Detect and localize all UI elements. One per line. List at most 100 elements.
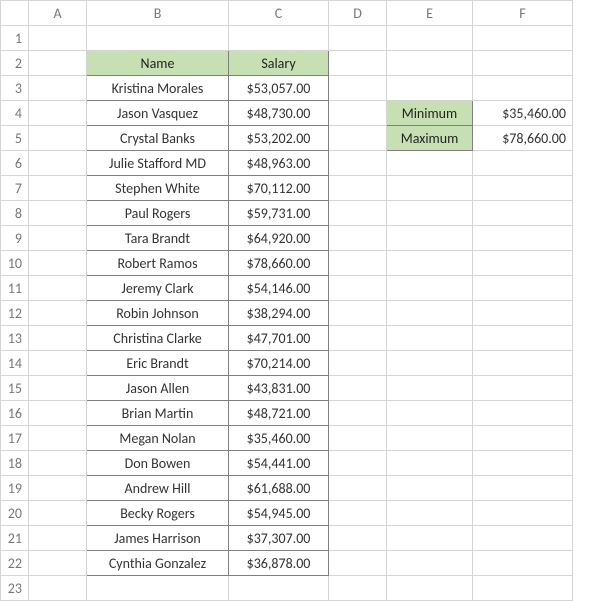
salary-cell[interactable]: $48,721.00	[229, 401, 329, 426]
salary-cell[interactable]: $54,146.00	[229, 276, 329, 301]
salary-cell[interactable]: $43,831.00	[229, 376, 329, 401]
cell[interactable]	[387, 426, 473, 451]
name-cell[interactable]: Becky Rogers	[87, 501, 229, 526]
name-cell[interactable]: Brian Martin	[87, 401, 229, 426]
cell[interactable]	[387, 476, 473, 501]
name-cell[interactable]: Jason Vasquez	[87, 101, 229, 126]
salary-cell[interactable]: $70,112.00	[229, 176, 329, 201]
cell[interactable]	[329, 401, 387, 426]
cell[interactable]	[329, 426, 387, 451]
cell[interactable]	[387, 451, 473, 476]
cell[interactable]	[29, 151, 87, 176]
cell[interactable]	[329, 226, 387, 251]
row-header[interactable]: 15	[1, 376, 29, 401]
cell[interactable]	[329, 76, 387, 101]
salary-cell[interactable]: $35,460.00	[229, 426, 329, 451]
cell[interactable]	[473, 301, 573, 326]
col-header[interactable]: D	[329, 1, 387, 26]
col-header[interactable]: A	[29, 1, 87, 26]
name-cell[interactable]: Andrew Hill	[87, 476, 229, 501]
cell[interactable]	[29, 551, 87, 576]
row-header[interactable]: 18	[1, 451, 29, 476]
row-header[interactable]: 17	[1, 426, 29, 451]
salary-cell[interactable]: $64,920.00	[229, 226, 329, 251]
cell[interactable]	[473, 26, 573, 51]
cell[interactable]	[329, 101, 387, 126]
salary-cell[interactable]: $61,688.00	[229, 476, 329, 501]
col-header[interactable]: E	[387, 1, 473, 26]
row-header[interactable]: 12	[1, 301, 29, 326]
cell[interactable]	[473, 201, 573, 226]
cell[interactable]	[87, 26, 229, 51]
spreadsheet-grid[interactable]: A B C D E F 12NameSalary3Kristina Morale…	[0, 0, 573, 601]
cell[interactable]	[29, 376, 87, 401]
cell[interactable]	[29, 76, 87, 101]
name-cell[interactable]: Cynthia Gonzalez	[87, 551, 229, 576]
cell[interactable]	[473, 226, 573, 251]
cell[interactable]	[329, 451, 387, 476]
cell[interactable]	[473, 151, 573, 176]
name-cell[interactable]: Don Bowen	[87, 451, 229, 476]
select-all-corner[interactable]	[1, 1, 29, 26]
cell[interactable]	[387, 551, 473, 576]
cell[interactable]	[329, 376, 387, 401]
row-header[interactable]: 1	[1, 26, 29, 51]
row-header[interactable]: 16	[1, 401, 29, 426]
row-header[interactable]: 11	[1, 276, 29, 301]
cell[interactable]	[329, 26, 387, 51]
salary-cell[interactable]: $48,963.00	[229, 151, 329, 176]
cell[interactable]	[473, 51, 573, 76]
cell[interactable]	[387, 576, 473, 601]
cell[interactable]	[387, 351, 473, 376]
cell[interactable]	[329, 501, 387, 526]
cell[interactable]	[473, 351, 573, 376]
cell[interactable]	[329, 476, 387, 501]
row-header[interactable]: 23	[1, 576, 29, 601]
cell[interactable]	[29, 101, 87, 126]
cell[interactable]	[473, 376, 573, 401]
name-cell[interactable]: Kristina Morales	[87, 76, 229, 101]
cell[interactable]	[29, 426, 87, 451]
cell[interactable]	[29, 501, 87, 526]
row-header[interactable]: 3	[1, 76, 29, 101]
cell[interactable]	[387, 76, 473, 101]
summary-max-value[interactable]: $78,660.00	[473, 126, 573, 151]
name-cell[interactable]: Paul Rogers	[87, 201, 229, 226]
cell[interactable]	[387, 151, 473, 176]
cell[interactable]	[473, 276, 573, 301]
row-header[interactable]: 2	[1, 51, 29, 76]
cell[interactable]	[387, 176, 473, 201]
cell[interactable]	[387, 501, 473, 526]
cell[interactable]	[473, 476, 573, 501]
cell[interactable]	[329, 126, 387, 151]
summary-max-label[interactable]: Maximum	[387, 126, 473, 151]
cell[interactable]	[473, 526, 573, 551]
cell[interactable]	[387, 301, 473, 326]
cell[interactable]	[387, 201, 473, 226]
cell[interactable]	[29, 401, 87, 426]
cell[interactable]	[473, 426, 573, 451]
cell[interactable]	[29, 526, 87, 551]
cell[interactable]	[329, 251, 387, 276]
cell[interactable]	[29, 26, 87, 51]
cell[interactable]	[29, 451, 87, 476]
cell[interactable]	[29, 201, 87, 226]
salary-cell[interactable]: $37,307.00	[229, 526, 329, 551]
col-header[interactable]: B	[87, 1, 229, 26]
name-cell[interactable]: Jeremy Clark	[87, 276, 229, 301]
cell[interactable]	[229, 26, 329, 51]
cell[interactable]	[29, 176, 87, 201]
cell[interactable]	[29, 126, 87, 151]
name-cell[interactable]: Stephen White	[87, 176, 229, 201]
name-cell[interactable]: Eric Brandt	[87, 351, 229, 376]
col-header[interactable]: C	[229, 1, 329, 26]
name-cell[interactable]: Megan Nolan	[87, 426, 229, 451]
cell[interactable]	[329, 351, 387, 376]
salary-cell[interactable]: $53,202.00	[229, 126, 329, 151]
name-cell[interactable]: Tara Brandt	[87, 226, 229, 251]
salary-cell[interactable]: $36,878.00	[229, 551, 329, 576]
salary-cell[interactable]: $54,441.00	[229, 451, 329, 476]
row-header[interactable]: 7	[1, 176, 29, 201]
salary-cell[interactable]: $48,730.00	[229, 101, 329, 126]
row-header[interactable]: 9	[1, 226, 29, 251]
